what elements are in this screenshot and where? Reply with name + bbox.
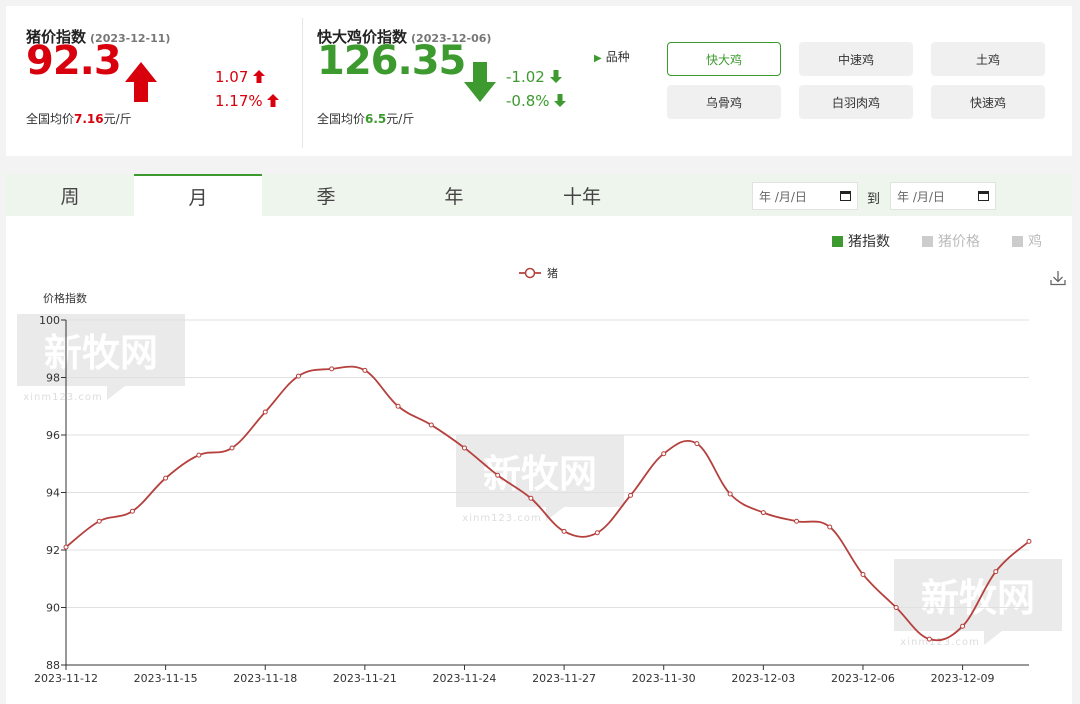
toggle-pig-price-label: 猪价格: [938, 234, 980, 250]
toggle-chicken-label: 鸡: [1028, 234, 1042, 250]
pig-change-pct: 1.17%: [215, 92, 263, 110]
legend-swatch: [1012, 235, 1023, 247]
pig-change-pct-row: 1.17%: [215, 92, 280, 110]
arrow-down-icon: [554, 94, 567, 107]
legend-swatch: [922, 235, 933, 247]
variety-option-kuaidaji[interactable]: 快大鸡: [667, 42, 781, 76]
chicken-change-abs: -1.02: [506, 68, 545, 86]
chart-card: 周 月 季 年 十年 年 /月/日 到 年 /月/日 猪指数 猪价格 鸡: [6, 174, 1072, 704]
toggle-pig-price[interactable]: 猪价格: [922, 231, 980, 251]
pig-change-abs-row: 1.07: [215, 68, 266, 86]
period-tabs: 周 月 季 年 十年 年 /月/日 到 年 /月/日: [6, 174, 1072, 216]
arrow-up-icon: [253, 70, 266, 83]
chicken-index-value: 126.35: [317, 38, 466, 84]
toggle-pig-index-label: 猪指数: [848, 234, 890, 250]
pig-avg-unit: 元/斤: [103, 112, 132, 126]
arrow-down-icon: [549, 70, 562, 83]
variety-option-tuji[interactable]: 土鸡: [931, 42, 1045, 76]
tab-year[interactable]: 年: [390, 174, 518, 216]
pig-avg-label: 全国均价: [26, 112, 75, 126]
start-date-input[interactable]: 年 /月/日: [752, 182, 858, 210]
chicken-avg-unit: 元/斤: [386, 112, 415, 126]
arrow-up-icon: [267, 94, 280, 107]
tab-month[interactable]: 月: [134, 174, 262, 216]
toggle-pig-index[interactable]: 猪指数: [832, 231, 890, 251]
pig-change-abs: 1.07: [215, 68, 249, 86]
calendar-icon[interactable]: [978, 191, 989, 201]
chicken-change-abs-row: -1.02: [506, 68, 562, 86]
variety-option-wuguji[interactable]: 乌骨鸡: [667, 85, 781, 119]
toggle-chicken[interactable]: 鸡: [1012, 231, 1042, 251]
variety-label-text: 品种: [605, 50, 630, 64]
date-range-separator: 到: [867, 192, 881, 207]
chicken-change-pct-row: -0.8%: [506, 92, 567, 110]
chicken-avg-label: 全国均价: [317, 112, 366, 126]
variety-label: ▶ 品种: [594, 48, 630, 65]
pig-index-value: 92.3: [26, 38, 122, 84]
tab-quarter[interactable]: 季: [262, 174, 390, 216]
end-date-placeholder: 年 /月/日: [897, 189, 945, 204]
tab-week[interactable]: 周: [6, 174, 134, 216]
chicken-avg-value: 6.5: [365, 112, 387, 126]
index-summary-card: 猪价指数 (2023-12-11) 92.3 1.07 1.17% 全国均价7.1…: [6, 6, 1072, 156]
start-date-placeholder: 年 /月/日: [759, 189, 807, 204]
legend-swatch: [832, 235, 843, 247]
variety-option-kuaisuji[interactable]: 快速鸡: [931, 85, 1045, 119]
variety-option-zhongsuji[interactable]: 中速鸡: [799, 42, 913, 76]
play-triangle-icon: ▶: [594, 53, 602, 64]
arrow-up-icon: [125, 62, 157, 102]
pig-avg-price: 全国均价7.16元/斤: [26, 110, 132, 127]
calendar-icon[interactable]: [840, 191, 851, 201]
chicken-avg-price: 全国均价6.5元/斤: [317, 110, 414, 127]
tab-decade[interactable]: 十年: [518, 174, 646, 216]
summary-divider: [302, 18, 303, 148]
download-icon[interactable]: [1050, 270, 1066, 286]
variety-option-baiyurouji[interactable]: 白羽肉鸡: [799, 85, 913, 119]
arrow-down-icon: [464, 62, 496, 102]
chicken-change-pct: -0.8%: [506, 92, 550, 110]
pig-avg-value: 7.16: [74, 112, 104, 126]
end-date-input[interactable]: 年 /月/日: [890, 182, 996, 210]
